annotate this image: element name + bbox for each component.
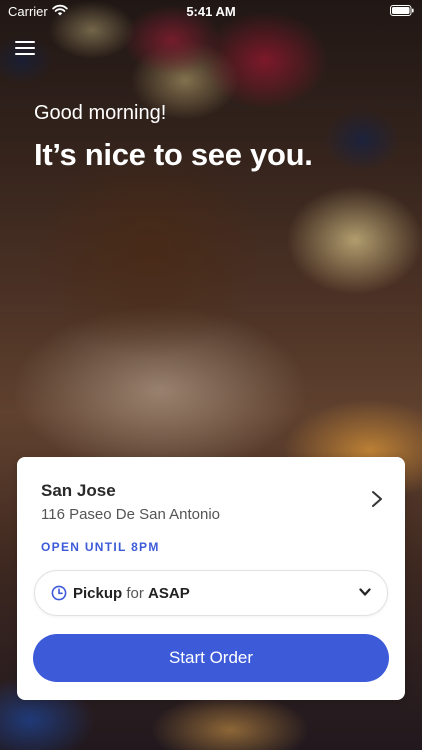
menu-line (15, 47, 35, 49)
greeting-text: Good morning! (34, 102, 167, 124)
home-screen: Carrier 5:41 AM Good morning! It’s nice … (0, 0, 422, 750)
status-bar: Carrier 5:41 AM (0, 0, 422, 24)
order-mode-text: Pickup for ASAP (73, 585, 190, 602)
status-time: 5:41 AM (186, 4, 236, 19)
chevron-down-icon (359, 588, 371, 596)
page-title: It’s nice to see you. (34, 137, 313, 172)
location-card: San Jose 116 Paseo De San Antonio OPEN U… (17, 457, 405, 700)
location-selector[interactable]: San Jose 116 Paseo De San Antonio (17, 457, 405, 537)
location-name: San Jose (41, 481, 116, 500)
chevron-right-icon (372, 491, 382, 507)
order-time: ASAP (148, 584, 190, 602)
location-address: 116 Paseo De San Antonio (41, 506, 221, 523)
start-order-button[interactable]: Start Order (33, 634, 389, 682)
clock-icon (51, 585, 67, 601)
order-mode: Pickup (73, 584, 123, 602)
store-hours: OPEN UNTIL 8PM (41, 540, 160, 554)
order-mode-select[interactable]: Pickup for ASAP (34, 570, 388, 616)
menu-line (15, 41, 35, 43)
battery-icon (390, 5, 414, 16)
order-mode-connector: for (126, 584, 144, 602)
hamburger-menu-icon[interactable] (14, 38, 36, 60)
menu-line (15, 53, 35, 55)
